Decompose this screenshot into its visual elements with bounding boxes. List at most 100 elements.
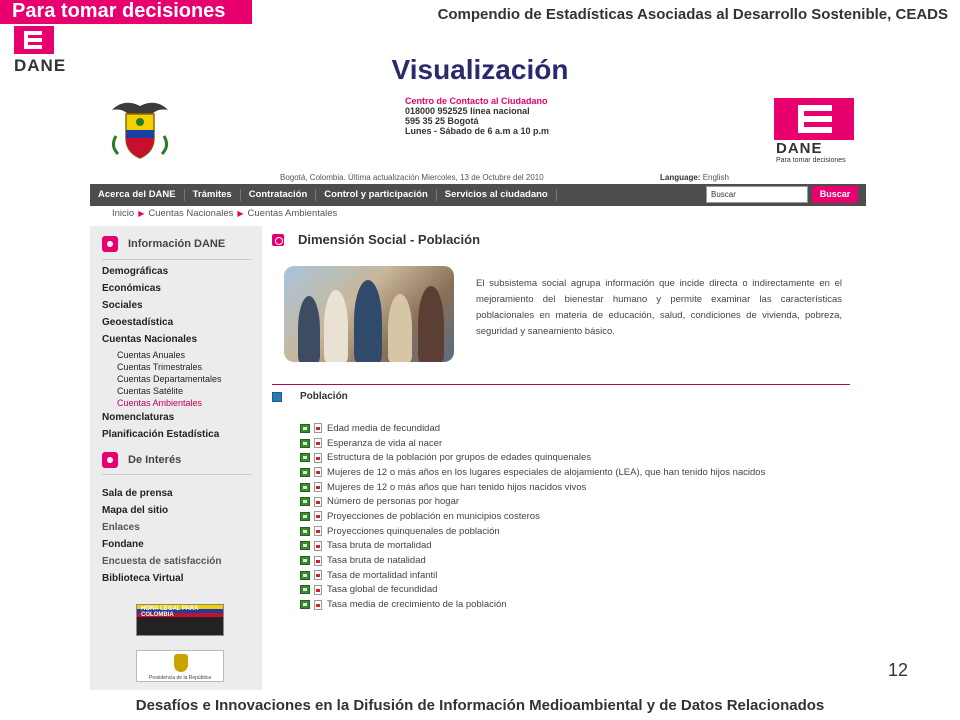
sidebar-subitem-departamentales[interactable]: Cuentas Departamentales xyxy=(117,374,222,384)
indicator-link[interactable]: Mujeres de 12 o más años que han tenido … xyxy=(327,482,586,493)
indicator-link[interactable]: Proyecciones quinquenales de población xyxy=(327,526,500,537)
dane-web-screenshot: Centro de Contacto al Ciudadano 018000 9… xyxy=(90,90,866,690)
people-photo xyxy=(284,266,454,362)
sidebar-item-planificacion[interactable]: Planificación Estadística xyxy=(102,429,219,440)
indicator-link[interactable]: Mujeres de 12 o más años en los lugares … xyxy=(327,467,765,478)
pdf-icon[interactable] xyxy=(314,423,322,434)
list-item: Edad media de fecundidad xyxy=(300,421,765,436)
hora-legal-banner[interactable]: HORA LEGAL PARA COLOMBIA xyxy=(136,604,224,636)
sidebar-item-demograficas[interactable]: Demográficas xyxy=(102,266,168,277)
excel-icon[interactable] xyxy=(300,511,310,521)
indicator-link[interactable]: Edad media de fecundidad xyxy=(327,423,440,434)
indicator-link[interactable]: Estructura de la población por grupos de… xyxy=(327,452,591,463)
sidebar-section-header: Información DANE xyxy=(102,234,252,254)
content-header: Dimensión Social - Población xyxy=(272,232,480,247)
sidebar-item-nomenclaturas[interactable]: Nomenclaturas xyxy=(102,412,174,423)
excel-icon[interactable] xyxy=(300,556,310,566)
sidebar-item-enlaces[interactable]: Enlaces xyxy=(102,522,140,533)
excel-icon[interactable] xyxy=(300,453,310,463)
nav-item-acerca[interactable]: Acerca del DANE xyxy=(90,189,185,201)
pdf-icon[interactable] xyxy=(314,452,322,463)
indicator-link[interactable]: Tasa media de crecimiento de la població… xyxy=(327,599,507,610)
sidebar-subitem-trimestrales[interactable]: Cuentas Trimestrales xyxy=(117,362,202,372)
sidebar-item-encuesta[interactable]: Encuesta de satisfacción xyxy=(102,556,222,567)
pdf-icon[interactable] xyxy=(314,599,322,610)
nav-item-control[interactable]: Control y participación xyxy=(316,189,437,201)
indicator-link[interactable]: Esperanza de vida al nacer xyxy=(327,438,442,449)
excel-icon[interactable] xyxy=(300,526,310,536)
list-item: Esperanza de vida al nacer xyxy=(300,436,765,451)
slide-header: Compendio de Estadísticas Asociadas al D… xyxy=(437,6,948,23)
chevron-right-icon: ▶ xyxy=(237,209,244,218)
info-icon xyxy=(102,236,118,252)
pdf-icon[interactable] xyxy=(314,526,322,537)
nav-item-servicios[interactable]: Servicios al ciudadano xyxy=(437,189,557,201)
section-title: Población xyxy=(300,391,348,402)
dane-site-logo[interactable]: DANE Para tomar decisiones xyxy=(774,98,856,164)
expand-icon[interactable] xyxy=(272,391,282,402)
indicator-link[interactable]: Tasa global de fecundidad xyxy=(327,584,437,595)
dane-logo-icon xyxy=(774,98,854,140)
crest-icon xyxy=(174,654,188,672)
sidebar-item-sala-prensa[interactable]: Sala de prensa xyxy=(102,488,173,499)
site-header: Centro de Contacto al Ciudadano 018000 9… xyxy=(90,90,866,182)
sidebar-item-economicas[interactable]: Económicas xyxy=(102,283,161,294)
list-item: Tasa media de crecimiento de la població… xyxy=(300,597,765,612)
excel-icon[interactable] xyxy=(300,497,310,507)
sidebar-subitem-satelite[interactable]: Cuentas Satélite xyxy=(117,386,183,396)
sidebar-item-fondane[interactable]: Fondane xyxy=(102,539,144,550)
language-label: Language: xyxy=(660,173,701,182)
coat-of-arms-icon xyxy=(111,102,169,159)
sidebar-subitem-anuales[interactable]: Cuentas Anuales xyxy=(117,350,185,360)
pdf-icon[interactable] xyxy=(314,496,322,507)
excel-icon[interactable] xyxy=(300,585,310,595)
sidebar-item-biblioteca[interactable]: Biblioteca Virtual xyxy=(102,573,184,584)
excel-icon[interactable] xyxy=(300,541,310,551)
pdf-icon[interactable] xyxy=(314,511,322,522)
divider xyxy=(102,259,252,260)
nav-item-contratacion[interactable]: Contratación xyxy=(241,189,317,201)
indicator-link[interactable]: Proyecciones de población en municipios … xyxy=(327,511,540,522)
logo-name: DANE xyxy=(776,140,823,157)
pdf-icon[interactable] xyxy=(314,540,322,551)
presidencia-banner[interactable]: Presidencia de la República xyxy=(136,650,224,682)
pdf-icon[interactable] xyxy=(314,482,322,493)
section-header[interactable]: Población xyxy=(272,391,348,402)
excel-icon[interactable] xyxy=(300,570,310,580)
breadcrumb-item[interactable]: Cuentas Nacionales xyxy=(148,208,233,219)
list-item: Tasa bruta de natalidad xyxy=(300,553,765,568)
list-item: Mujeres de 12 o más años que han tenido … xyxy=(300,480,765,495)
search-button[interactable]: Buscar xyxy=(812,186,858,203)
pdf-icon[interactable] xyxy=(314,438,322,449)
sidebar-item-sociales[interactable]: Sociales xyxy=(102,300,143,311)
indicator-link[interactable]: Tasa bruta de mortalidad xyxy=(327,540,432,551)
search-input[interactable]: Buscar xyxy=(706,186,808,203)
language-switch[interactable]: Language: English xyxy=(660,173,729,182)
excel-icon[interactable] xyxy=(300,423,310,433)
excel-icon[interactable] xyxy=(300,438,310,448)
indicator-link[interactable]: Número de personas por hogar xyxy=(327,496,459,507)
dane-logo-icon xyxy=(14,26,54,54)
pdf-icon[interactable] xyxy=(314,555,322,566)
sidebar-subitem-ambientales[interactable]: Cuentas Ambientales xyxy=(117,398,202,408)
slide-footer: Desafíos e Innovaciones en la Difusión d… xyxy=(135,697,825,714)
pdf-icon[interactable] xyxy=(314,570,322,581)
breadcrumb-item[interactable]: Cuentas Ambientales xyxy=(248,208,338,219)
nav-item-tramites[interactable]: Trámites xyxy=(185,189,241,201)
contact-title: Centro de Contacto al Ciudadano xyxy=(405,96,548,106)
sidebar-item-mapa-sitio[interactable]: Mapa del sitio xyxy=(102,505,168,516)
last-updated: Bogotá, Colombia. Última actualización M… xyxy=(280,173,544,182)
indicator-link[interactable]: Tasa de mortalidad infantil xyxy=(327,570,437,581)
indicator-link[interactable]: Tasa bruta de natalidad xyxy=(327,555,426,566)
language-link[interactable]: English xyxy=(703,173,729,182)
excel-icon[interactable] xyxy=(300,482,310,492)
pdf-icon[interactable] xyxy=(314,584,322,595)
excel-icon[interactable] xyxy=(300,467,310,477)
pdf-icon[interactable] xyxy=(314,467,322,478)
breadcrumb-item[interactable]: Inicio xyxy=(112,208,134,219)
excel-icon[interactable] xyxy=(300,600,310,610)
list-item: Tasa bruta de mortalidad xyxy=(300,539,765,554)
sidebar-item-cuentas-nacionales[interactable]: Cuentas Nacionales xyxy=(102,334,197,345)
sidebar-item-geoestadistica[interactable]: Geoestadística xyxy=(102,317,173,328)
section-icon xyxy=(272,233,284,246)
